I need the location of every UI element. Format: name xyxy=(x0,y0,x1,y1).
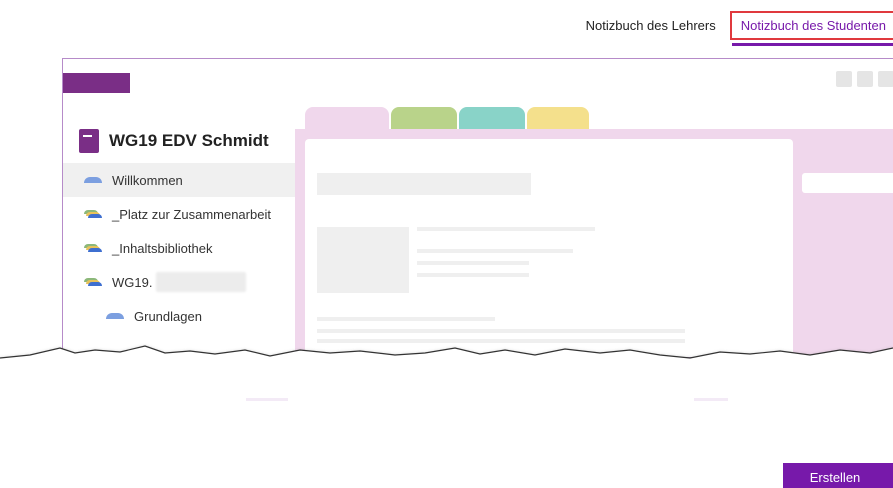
section-item-wg19[interactable]: WG19. xyxy=(63,265,295,299)
create-button[interactable]: Erstellen xyxy=(783,463,893,488)
placeholder-line xyxy=(417,261,529,265)
section-group-icon xyxy=(84,244,102,252)
section-item-grundlagen[interactable]: Grundlagen xyxy=(63,299,295,333)
section-item-zusammenarbeit[interactable]: _Platz zur Zusammenarbeit xyxy=(63,197,295,231)
tab-student-notebook[interactable]: Notizbuch des Studenten xyxy=(729,10,893,46)
window-controls xyxy=(836,71,893,87)
placeholder-line xyxy=(317,317,495,321)
redacted-name xyxy=(156,272,247,292)
section-icon xyxy=(106,313,124,319)
section-label: _Platz zur Zusammenarbeit xyxy=(112,206,271,222)
faint-artifact xyxy=(246,398,288,401)
torn-edge xyxy=(0,345,893,388)
notebook-page-area xyxy=(295,107,893,357)
section-tab xyxy=(527,107,589,129)
section-item-willkommen[interactable]: Willkommen xyxy=(63,163,295,197)
close-icon xyxy=(878,71,893,87)
section-label: WG19. xyxy=(112,274,153,290)
page-canvas xyxy=(305,139,793,357)
section-tabs xyxy=(305,107,591,129)
placeholder-image xyxy=(317,227,409,293)
preview-title-bar xyxy=(63,73,130,93)
section-tab xyxy=(305,107,389,129)
placeholder-line xyxy=(417,249,573,253)
notebook-icon xyxy=(79,129,99,153)
minimize-icon xyxy=(836,71,852,87)
section-navigation: WG19 EDV Schmidt Willkommen _Platz zur Z… xyxy=(63,119,295,333)
section-tab xyxy=(459,107,525,129)
section-tab xyxy=(391,107,457,129)
placeholder-line xyxy=(417,227,595,231)
placeholder-line xyxy=(317,329,685,333)
section-item-inhaltsbibliothek[interactable]: _Inhaltsbibliothek xyxy=(63,231,295,265)
placeholder-line xyxy=(417,273,529,277)
maximize-icon xyxy=(857,71,873,87)
notebook-header: WG19 EDV Schmidt xyxy=(63,119,295,163)
section-label: Willkommen xyxy=(112,172,183,188)
section-label: _Inhaltsbibliothek xyxy=(112,240,213,256)
placeholder-bar xyxy=(802,173,893,193)
notebook-title: WG19 EDV Schmidt xyxy=(109,131,269,150)
notebook-type-tabs: Notizbuch des Lehrers Notizbuch des Stud… xyxy=(578,0,893,50)
placeholder-title xyxy=(317,173,531,195)
section-icon xyxy=(84,177,102,183)
tab-teacher-notebook[interactable]: Notizbuch des Lehrers xyxy=(578,12,724,39)
faint-artifact xyxy=(694,398,728,401)
section-group-icon xyxy=(84,210,102,218)
notebook-preview: WG19 EDV Schmidt Willkommen _Platz zur Z… xyxy=(62,58,893,358)
section-group-icon xyxy=(84,278,102,286)
section-label: Grundlagen xyxy=(134,308,202,324)
